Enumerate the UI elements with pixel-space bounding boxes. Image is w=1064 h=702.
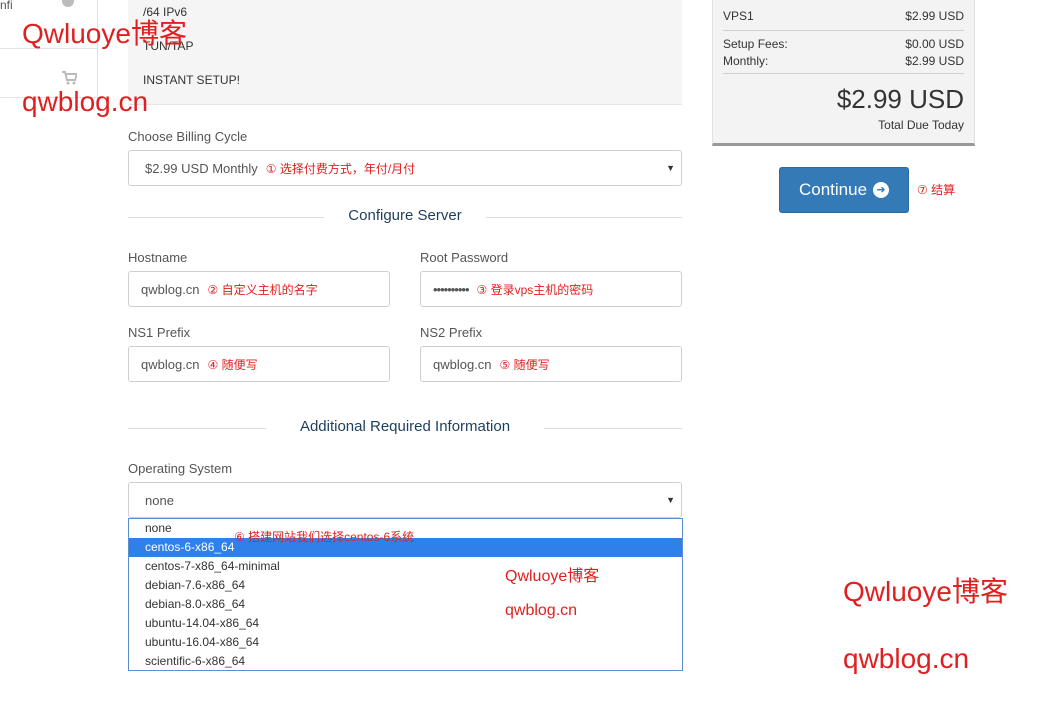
order-summary: VPS1 $2.99 USD Setup Fees: $0.00 USD Mon… <box>712 0 975 146</box>
operating-system-select[interactable]: none ▼ <box>128 482 682 518</box>
section-title: Additional Required Information <box>299 418 511 435</box>
ns2-prefix-label: NS2 Prefix <box>420 325 483 340</box>
watermark-site: qwblog.cn <box>22 86 149 117</box>
os-option[interactable]: ubuntu-16.04-x86_64 <box>129 633 682 652</box>
root-password-input[interactable]: •••••••••• ③ 登录vps主机的密码 <box>420 271 682 307</box>
ns1-prefix-input[interactable]: qwblog.cn ④ 随便写 <box>128 346 390 382</box>
hostname-value: qwblog.cn <box>141 281 200 297</box>
chevron-down-icon: ▼ <box>666 495 675 505</box>
sidebar-item-label: nfi <box>0 0 13 12</box>
continue-annotation: ⑦ 结算 <box>917 183 956 197</box>
root-password-value: •••••••••• <box>433 281 470 297</box>
total-due: $2.99 USD <box>836 84 964 114</box>
summary-item-row: VPS1 $2.99 USD <box>723 9 964 23</box>
continue-label: Continue <box>798 180 868 199</box>
os-annotation: ⑥ 搭建网站我们选择centos-6系统 <box>234 530 415 544</box>
setup-fees-row: Setup Fees: $0.00 USD <box>723 37 964 51</box>
monthly-row: Monthly: $2.99 USD <box>723 54 964 68</box>
continue-button[interactable]: Continue ➜ <box>779 167 909 213</box>
chevron-down-icon: ▼ <box>666 163 675 173</box>
billing-annotation: ① 选择付费方式，年付/月付 <box>265 161 416 176</box>
summary-item-price: $2.99 USD <box>905 9 964 23</box>
os-option[interactable]: ubuntu-14.04-x86_64 <box>129 614 682 633</box>
desc-line: INSTANT SETUP! <box>143 73 240 87</box>
billing-cycle-select[interactable]: $2.99 USD Monthly ① 选择付费方式，年付/月付 ▼ <box>128 150 682 186</box>
operating-system-value: none <box>145 492 174 508</box>
os-option[interactable]: debian-8.0-x86_64 <box>129 595 682 614</box>
hostname-input[interactable]: qwblog.cn ② 自定义主机的名字 <box>128 271 390 307</box>
watermark-brand: Qwluoye博客 <box>505 568 600 585</box>
globe-icon <box>61 0 77 10</box>
setup-fees-label: Setup Fees: <box>723 37 788 51</box>
watermark-brand: Qwluoye博客 <box>22 18 187 49</box>
operating-system-label: Operating System <box>128 461 233 476</box>
watermark-site: qwblog.cn <box>843 643 970 674</box>
section-title: Configure Server <box>348 207 462 224</box>
watermark-site: qwblog.cn <box>505 602 578 619</box>
watermark-brand: Qwluoye博客 <box>843 576 1008 607</box>
setup-fees-value: $0.00 USD <box>905 37 964 51</box>
ns2-prefix-input[interactable]: qwblog.cn ⑤ 随便写 <box>420 346 682 382</box>
monthly-label: Monthly: <box>723 54 769 68</box>
summary-item-name: VPS1 <box>723 9 754 23</box>
cart-icon <box>61 71 79 87</box>
ns1-prefix-label: NS1 Prefix <box>128 325 191 340</box>
os-option[interactable]: scientific-6-x86_64 <box>129 652 682 671</box>
ns2-prefix-value: qwblog.cn <box>433 356 492 372</box>
root-password-annotation: ③ 登录vps主机的密码 <box>476 282 594 297</box>
additional-info-heading: Additional Required Information <box>128 418 682 438</box>
monthly-value: $2.99 USD <box>905 54 964 68</box>
arrow-circle-right-icon: ➜ <box>873 182 890 198</box>
product-description: /64 IPv6 TUN/TAP INSTANT SETUP! <box>128 0 682 105</box>
hostname-label: Hostname <box>128 250 188 265</box>
ns1-prefix-value: qwblog.cn <box>141 356 200 372</box>
ns1-annotation: ④ 随便写 <box>207 357 258 372</box>
ns2-annotation: ⑤ 随便写 <box>499 357 550 372</box>
root-password-label: Root Password <box>420 250 509 265</box>
configure-server-heading: Configure Server <box>128 207 682 227</box>
billing-cycle-label: Choose Billing Cycle <box>128 129 248 144</box>
billing-cycle-value: $2.99 USD Monthly <box>145 160 258 176</box>
hostname-annotation: ② 自定义主机的名字 <box>207 282 318 297</box>
total-due-label: Total Due Today <box>878 118 964 132</box>
